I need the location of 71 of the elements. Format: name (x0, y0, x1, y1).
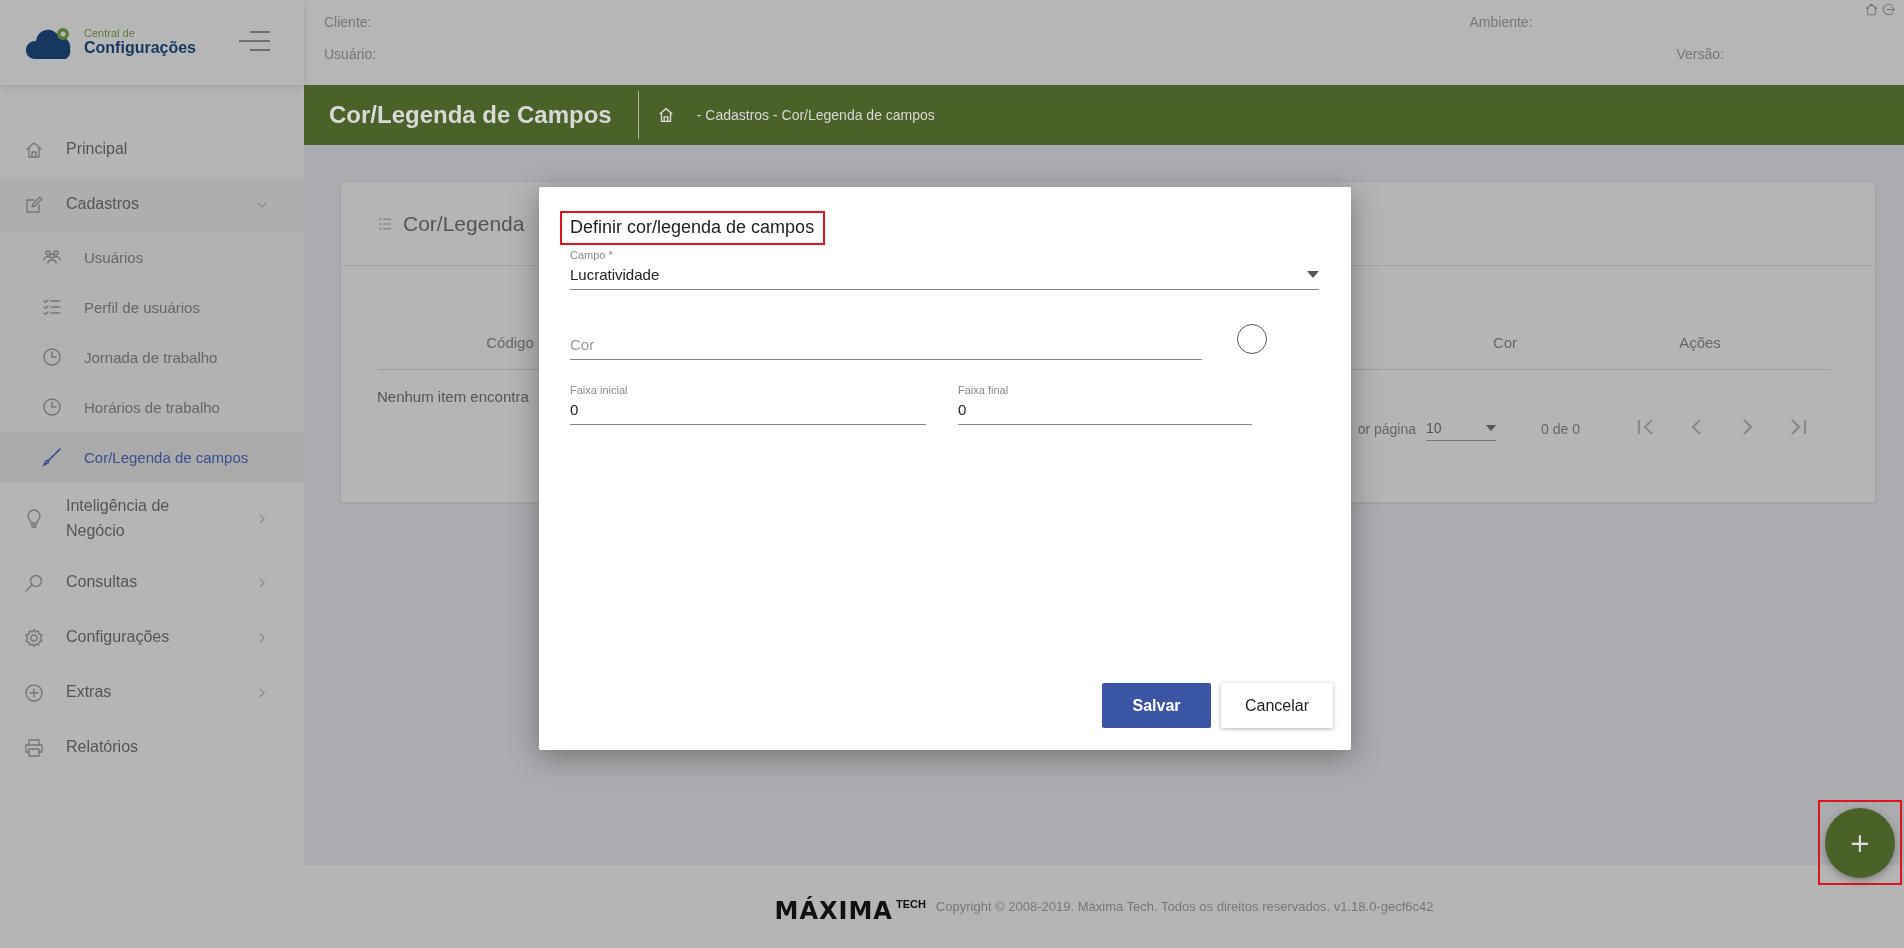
sidebar-subitem[interactable]: Horários de trabalho (0, 382, 304, 432)
caret-icon (1486, 425, 1497, 431)
logout-icon (1881, 2, 1896, 17)
sidebar-item[interactable]: Extras (0, 665, 304, 720)
clock-icon (42, 347, 62, 367)
sidebar-label: Horários de trabalho (84, 398, 220, 416)
sidebar-item[interactable]: Principal (0, 122, 304, 177)
column-header: Ações (1679, 334, 1721, 351)
footer-logo-subtitle: TECH (895, 896, 926, 910)
cancel-button[interactable]: Cancelar (1221, 683, 1333, 728)
lightbulb-icon (24, 508, 44, 529)
field-label: Campo * (570, 249, 614, 261)
header-label: Usuário: (324, 46, 378, 62)
input-field[interactable]: 0 (958, 396, 1252, 425)
settings-icon (24, 627, 44, 648)
home-icon[interactable] (656, 106, 675, 124)
sidebar-subitem[interactable]: Jornada de trabalho (0, 332, 304, 382)
plus-circle-icon (24, 682, 44, 703)
sidebar-item[interactable]: Inteligência de Negócio (0, 482, 304, 555)
page-title: Cor/Legenda de Campos (329, 91, 639, 139)
sidebar-item[interactable]: Cadastros (0, 177, 304, 232)
add-button[interactable]: + (1825, 807, 1895, 878)
sidebar-subitem[interactable]: Usuários (0, 232, 304, 282)
sidebar-subitem[interactable]: Perfil de usuários (0, 282, 304, 332)
sidebar-label: Principal (66, 139, 129, 160)
page-range: 0 de 0 (1541, 420, 1580, 437)
search-icon (24, 572, 44, 593)
breadcrumb: - Cadastros - Cor/Legenda de campos (696, 107, 935, 123)
checklist-icon (42, 297, 62, 317)
home-icon (24, 139, 44, 160)
select-field[interactable]: Lucratividade (570, 261, 1319, 290)
field-label: Faixa final (958, 384, 1010, 396)
field-label: Faixa inicial (570, 384, 629, 396)
page-size-select[interactable]: 10 (1426, 416, 1497, 441)
dialog-title: Definir cor/legenda de campos (570, 217, 815, 237)
printer-icon (24, 737, 44, 758)
column-header: Cor (1492, 334, 1518, 351)
users-icon (42, 247, 62, 267)
home-icon (1864, 2, 1879, 17)
brush-icon (42, 447, 62, 467)
sidebar-label: Jornada de trabalho (84, 348, 218, 366)
column-header: Código (486, 334, 534, 351)
caret-icon (1307, 271, 1319, 278)
header-label: Ambiente: (1469, 14, 1533, 30)
clock-icon (42, 397, 62, 417)
sidebar-label: Cor/Legenda de campos (84, 448, 249, 466)
sidebar-label: Usuários (84, 248, 144, 266)
sidebar-label: Inteligência de Negócio (66, 495, 171, 541)
sidebar-label: Configurações (66, 627, 171, 648)
sidebar-subitem[interactable]: Cor/Legenda de campos (0, 432, 304, 482)
copyright-text: Copyright © 2008-2019. Máxima Tech. Todos os direitos reservados. v1.18.0-gecf6c42 (935, 899, 1434, 914)
empty-message: Nenhum item encontra (377, 388, 529, 405)
edit-icon (24, 194, 44, 215)
card-title: Cor/Legenda (403, 211, 525, 236)
sidebar-item[interactable]: Configurações (0, 610, 304, 665)
sidebar-label: Extras (66, 682, 113, 703)
logo-title: Configurações (84, 39, 196, 57)
sidebar-label: Relatórios (66, 737, 140, 758)
sidebar-item[interactable]: Relatórios (0, 720, 304, 775)
input-field[interactable]: 0 (570, 396, 926, 425)
footer-logo: MÁXIMA (774, 895, 893, 923)
sidebar-label: Perfil de usuários (84, 298, 200, 316)
sidebar-label: Cadastros (66, 194, 140, 215)
header-label: Cliente: (324, 14, 373, 30)
header-label: Versão: (1676, 46, 1724, 62)
sidebar-label: Consultas (66, 572, 139, 593)
sidebar-item[interactable]: Consultas (0, 555, 304, 610)
logo-subtitle: Central de (84, 28, 136, 40)
page-size-label: or página (1357, 420, 1417, 437)
save-button[interactable]: Salvar (1102, 683, 1211, 728)
input-field[interactable]: Cor (570, 331, 1202, 360)
